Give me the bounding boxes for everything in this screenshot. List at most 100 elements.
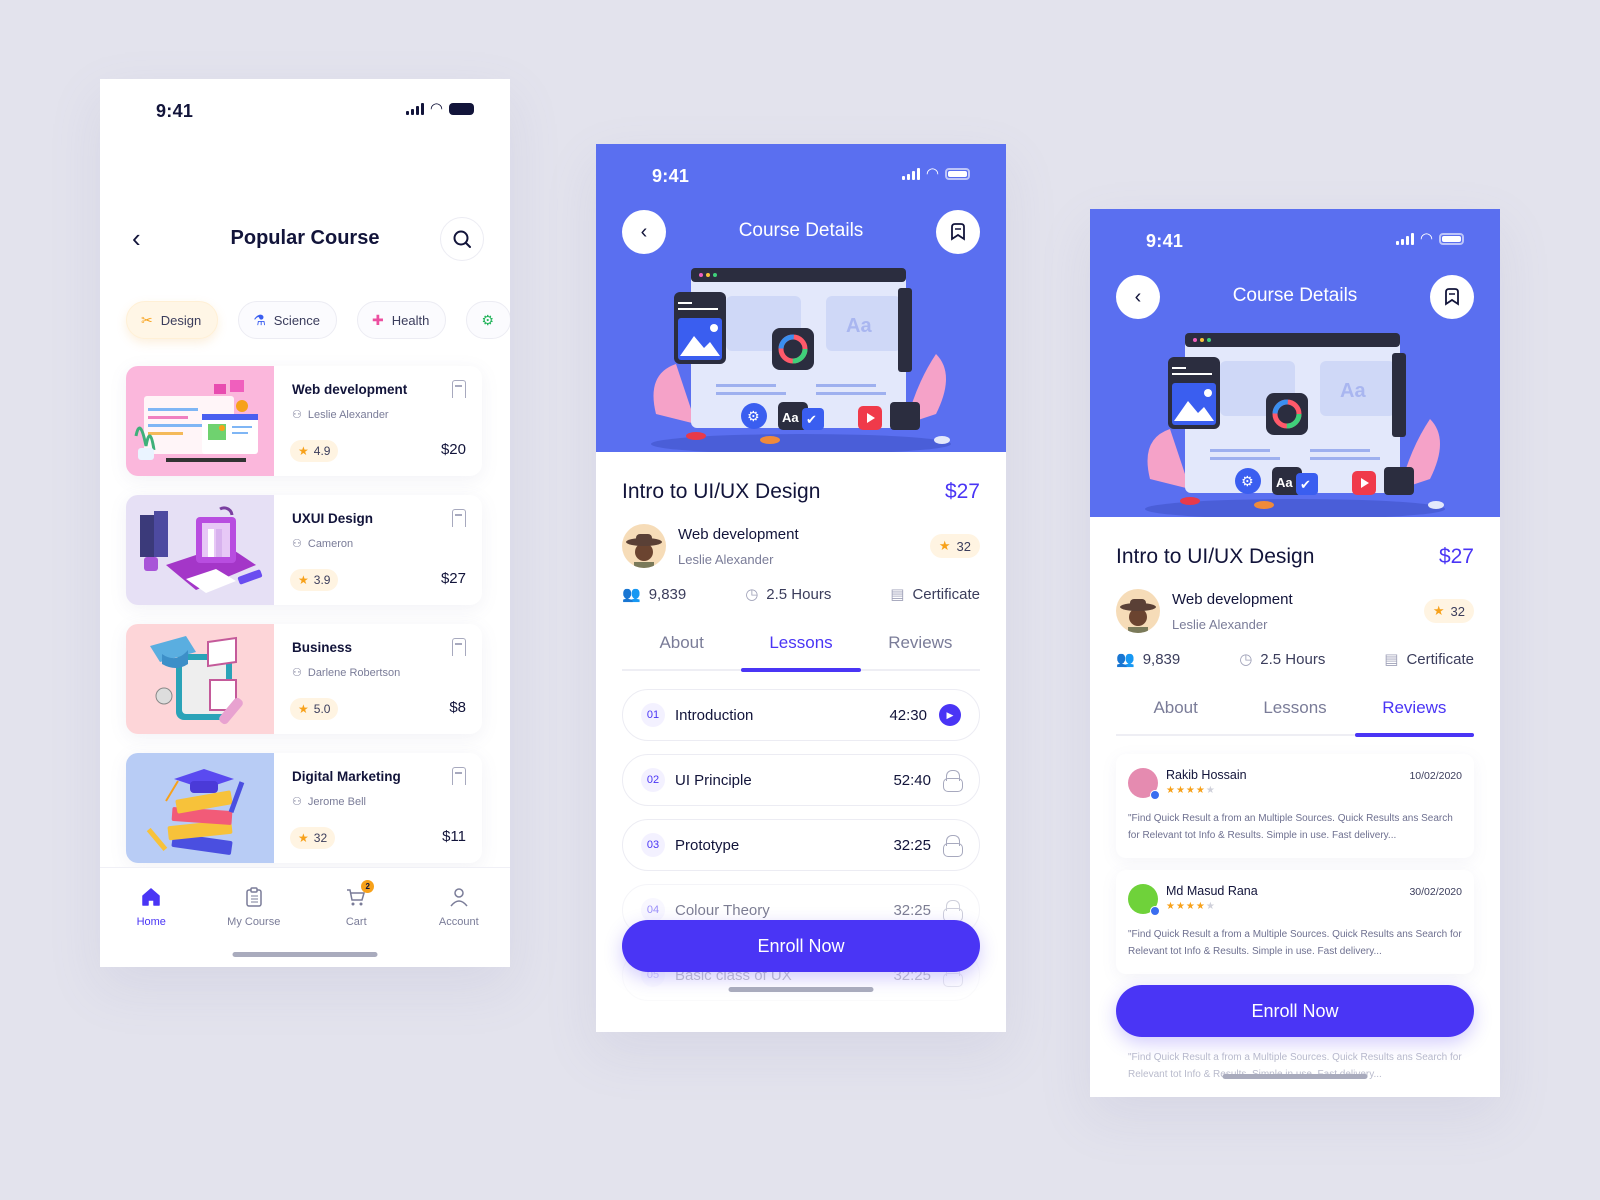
certificate-icon: ▤ bbox=[1384, 651, 1399, 668]
science-icon: ⚗ bbox=[253, 311, 266, 328]
course-thumbnail bbox=[126, 753, 274, 863]
tab-home[interactable]: Home bbox=[111, 886, 191, 967]
course-name: Web development bbox=[292, 382, 408, 397]
user-icon: ⚇ bbox=[292, 538, 302, 550]
review-card: Md Masud Rana ★★★★★ 30/02/2020 "Find Qui… bbox=[1116, 870, 1474, 974]
tab-label: Cart bbox=[345, 916, 367, 928]
home-indicator bbox=[1222, 1074, 1368, 1079]
review-text: "Find Quick Result a from an Multiple So… bbox=[1128, 813, 1453, 841]
lesson-item[interactable]: 03 Prototype 32:25 bbox=[622, 819, 980, 871]
tab-lessons[interactable]: Lessons bbox=[741, 629, 861, 672]
course-author: Cameron bbox=[307, 537, 354, 550]
students-count: 9,839 bbox=[1142, 650, 1181, 668]
svg-text:⚙: ⚙ bbox=[747, 408, 760, 424]
design-tools-illustration: Aa ⚙ Aa ✔ bbox=[1145, 333, 1445, 517]
category-chip-health[interactable]: ✚ Health bbox=[357, 301, 447, 339]
user-icon: ⚇ bbox=[292, 409, 302, 421]
tab-label: Account bbox=[438, 916, 479, 928]
hero-banner: 9:41 ◠ ‹ Course Details Aa ⚙ Aa ✔ bbox=[1090, 209, 1500, 517]
battery-icon bbox=[449, 103, 474, 115]
clock-icon: ◷ bbox=[1239, 651, 1253, 668]
wifi-icon: ◠ bbox=[925, 165, 939, 182]
category-chip-design[interactable]: ✂ Design bbox=[126, 301, 219, 339]
chip-label: Science bbox=[273, 312, 321, 328]
lesson-item[interactable]: 01 Introduction 42:30 ▶ bbox=[622, 689, 980, 741]
signal-icon bbox=[901, 168, 920, 180]
lesson-title: Colour Theory bbox=[675, 901, 770, 919]
enroll-now-button[interactable]: Enroll Now bbox=[622, 920, 980, 972]
play-icon[interactable]: ▶ bbox=[939, 704, 961, 726]
students-count: 9,839 bbox=[648, 585, 687, 603]
instructor-avatar bbox=[622, 524, 666, 568]
course-title: Intro to UI/UX Design bbox=[1116, 545, 1315, 568]
popular-course-screen: 9:41 ◠ ‹ Popular Course ✂ Design ⚗ Scien… bbox=[100, 79, 510, 967]
tab-reviews[interactable]: Reviews bbox=[1354, 694, 1475, 737]
rating-badge: ★ 32 bbox=[929, 534, 980, 558]
rating-badge: ★ 3.9 bbox=[290, 569, 339, 591]
star-icon: ★ bbox=[298, 831, 309, 845]
bookmark-icon[interactable] bbox=[452, 380, 466, 398]
page-header: ‹ Popular Course bbox=[100, 217, 510, 263]
review-date: 10/02/2020 bbox=[1409, 770, 1462, 782]
course-author: Jerome Bell bbox=[307, 795, 366, 808]
tab-reviews[interactable]: Reviews bbox=[861, 629, 980, 669]
star-icon: ★ bbox=[298, 444, 309, 458]
course-price: $20 bbox=[440, 441, 466, 458]
bookmark-button[interactable] bbox=[936, 210, 980, 254]
svg-text:✔: ✔ bbox=[806, 412, 817, 427]
bookmark-icon[interactable] bbox=[452, 638, 466, 656]
category-chip-science[interactable]: ⚗ Science bbox=[238, 301, 338, 339]
tab-account[interactable]: Account bbox=[419, 886, 499, 967]
certificate-icon: ▤ bbox=[890, 586, 905, 603]
course-card[interactable]: Web development ⚇ Leslie Alexander ★ 4.9 $… bbox=[126, 366, 482, 476]
detail-header: ‹ Course Details bbox=[596, 210, 1006, 254]
course-card[interactable]: Business ⚇ Darlene Robertson ★ 5.0 $8 bbox=[126, 624, 482, 734]
lesson-title: Prototype bbox=[675, 836, 740, 854]
course-name: Business bbox=[292, 640, 353, 655]
chip-label: Health bbox=[391, 312, 430, 328]
star-icon: ★ bbox=[298, 573, 309, 587]
verified-icon bbox=[1150, 790, 1160, 800]
tab-about[interactable]: About bbox=[622, 629, 741, 669]
course-author: Leslie Alexander bbox=[307, 408, 389, 421]
tab-lessons[interactable]: Lessons bbox=[1235, 694, 1354, 734]
reviewer-name: Md Masud Rana bbox=[1166, 884, 1258, 898]
review-date: 30/02/2020 bbox=[1409, 886, 1462, 898]
status-time: 9:41 bbox=[156, 101, 194, 121]
bookmark-icon[interactable] bbox=[452, 767, 466, 785]
digital-marketing-illustration bbox=[146, 769, 245, 855]
svg-text:⚙: ⚙ bbox=[1241, 473, 1254, 489]
home-indicator bbox=[728, 987, 874, 992]
lock-icon bbox=[943, 900, 963, 922]
tab-label: My Course bbox=[227, 916, 281, 928]
business-illustration bbox=[150, 636, 243, 725]
user-icon bbox=[448, 886, 470, 908]
course-card[interactable]: Digital Marketing ⚇ Jerome Bell ★ 32 $11 bbox=[126, 753, 482, 863]
category-chip-engineering[interactable]: ⚙ bbox=[466, 301, 510, 339]
clipboard-icon bbox=[243, 886, 265, 908]
tab-label: Home bbox=[136, 916, 166, 928]
lesson-duration: 32:25 bbox=[893, 836, 931, 854]
lesson-duration: 32:25 bbox=[893, 901, 931, 919]
lesson-number: 02 bbox=[641, 768, 665, 792]
tab-about[interactable]: About bbox=[1116, 694, 1235, 734]
bookmark-button[interactable] bbox=[1430, 275, 1474, 319]
course-card[interactable]: UXUI Design ⚇ Cameron ★ 3.9 $27 bbox=[126, 495, 482, 605]
status-time: 9:41 bbox=[652, 166, 690, 186]
enroll-now-button[interactable]: Enroll Now bbox=[1116, 985, 1474, 1037]
course-price: $27 bbox=[944, 480, 980, 503]
rating-badge: ★ 32 bbox=[290, 827, 336, 849]
lesson-title: UI Principle bbox=[675, 771, 752, 789]
search-icon bbox=[453, 230, 471, 248]
bookmark-icon bbox=[951, 223, 965, 241]
lesson-item[interactable]: 02 UI Principle 52:40 bbox=[622, 754, 980, 806]
bookmark-icon[interactable] bbox=[452, 509, 466, 527]
svg-text:Aa: Aa bbox=[846, 315, 872, 337]
home-indicator bbox=[232, 952, 378, 957]
web-development-illustration bbox=[134, 380, 258, 462]
search-button[interactable] bbox=[440, 217, 484, 261]
bottom-tab-bar: Home My Course 2 Cart Account bbox=[100, 867, 510, 967]
lesson-number: 01 bbox=[641, 703, 665, 727]
star-icon: ★ bbox=[938, 538, 951, 553]
svg-text:Aa: Aa bbox=[1340, 380, 1366, 402]
